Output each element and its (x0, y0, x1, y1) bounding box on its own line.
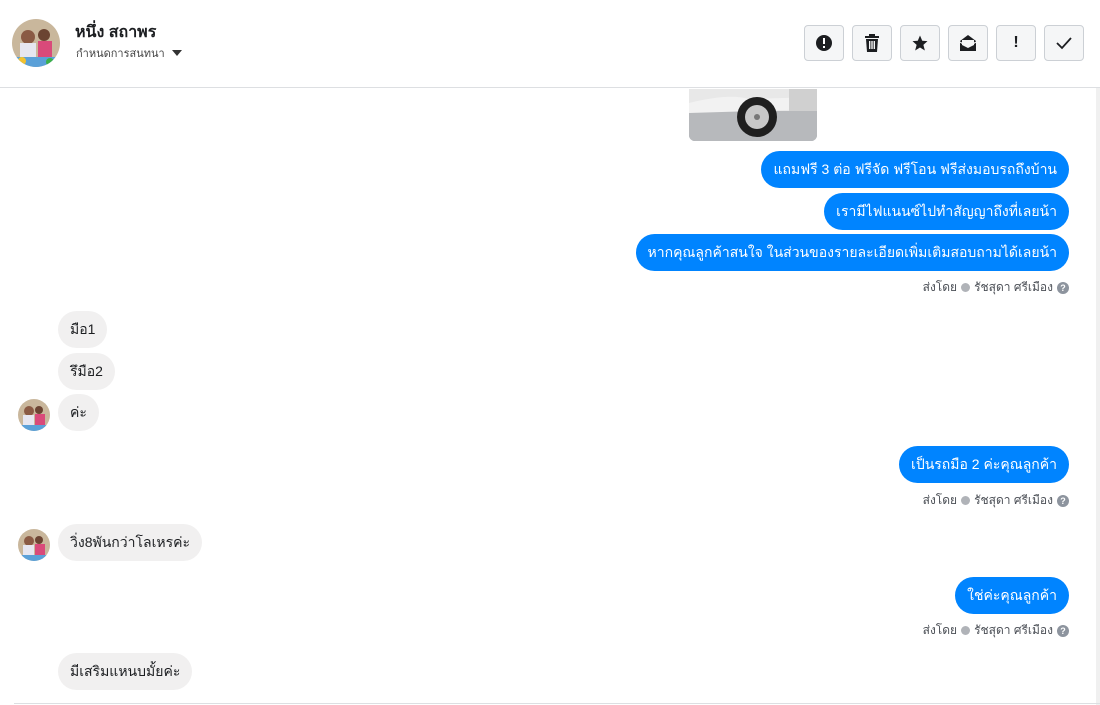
attached-car-photo[interactable] (689, 89, 817, 141)
assign-conversation-dropdown[interactable]: กำหนดการสนทนา (76, 44, 182, 62)
verified-dot-icon (961, 626, 971, 635)
thread-scrollbar[interactable] (1096, 88, 1100, 705)
outgoing-message[interactable]: ใช่ค่ะคุณลูกค้า (955, 577, 1069, 614)
contact-avatar[interactable] (12, 19, 60, 67)
incoming-message[interactable]: มีเสริมแหนบมั้ยค่ะ (58, 653, 193, 690)
outgoing-message[interactable]: เรามีไฟแนนซ์ไปทำสัญญาถึงที่เลยน้า (824, 193, 1069, 230)
outgoing-message[interactable]: แถมฟรี 3 ต่อ ฟรีจัด ฟรีโอน ฟรีส่งมอบรถถึ… (761, 151, 1069, 188)
contact-avatar-small[interactable] (18, 529, 50, 561)
trash-icon (865, 34, 879, 52)
incoming-message[interactable]: มือ1 (58, 311, 108, 348)
check-icon (1056, 37, 1072, 50)
sent-by-agent[interactable]: รัชสุดา ศรีเมือง (974, 621, 1053, 640)
sent-by-agent[interactable]: รัชสุดา ศรีเมือง (974, 491, 1053, 510)
mark-done-button[interactable] (1044, 25, 1084, 61)
incoming-message[interactable]: รึมือ2 (58, 353, 115, 390)
sent-by-info: ส่งโดย รัชสุดา ศรีเมือง ? (923, 278, 1069, 297)
delete-button[interactable] (852, 25, 892, 61)
caret-down-icon (171, 50, 182, 56)
incoming-message[interactable]: ค่ะ (58, 394, 99, 431)
sent-by-label: ส่งโดย (922, 280, 958, 294)
help-icon[interactable]: ? (1057, 494, 1069, 507)
composer-divider (14, 703, 1100, 704)
conversation-toolbar: ! (804, 25, 1084, 61)
sent-by-info: ส่งโดย รัชสุดา ศรีเมือง ? (923, 491, 1069, 510)
alert-circle-icon (816, 35, 832, 51)
exclamation-icon: ! (1013, 34, 1019, 51)
outgoing-message[interactable]: หากคุณลูกค้าสนใจ ในส่วนของรายละเอียดเพิ่… (635, 234, 1069, 271)
important-button[interactable]: ! (996, 25, 1036, 61)
outgoing-message[interactable]: เป็นรถมือ 2 ค่ะคุณลูกค้า (899, 446, 1069, 483)
star-icon (912, 35, 928, 51)
incoming-message[interactable]: วิ่ง8พันกว่าโลเหรค่ะ (58, 524, 202, 561)
sent-by-info: ส่งโดย รัชสุดา ศรีเมือง ? (923, 621, 1069, 640)
report-spam-button[interactable] (804, 25, 844, 61)
contact-avatar-small[interactable] (18, 399, 50, 431)
sent-by-label: ส่งโดย (922, 493, 958, 507)
help-icon[interactable]: ? (1057, 281, 1069, 294)
verified-dot-icon (961, 496, 971, 505)
envelope-open-icon (959, 35, 977, 51)
contact-name: หนึ่ง สถาพร (75, 24, 157, 41)
sent-by-agent[interactable]: รัชสุดา ศรีเมือง (974, 278, 1053, 297)
mark-unread-button[interactable] (948, 25, 988, 61)
conversation-header: หนึ่ง สถาพร กำหนดการสนทนา ! (0, 0, 1100, 88)
assign-label: กำหนดการสนทนา (76, 48, 165, 60)
sent-by-label: ส่งโดย (922, 623, 958, 637)
verified-dot-icon (961, 283, 971, 292)
star-button[interactable] (900, 25, 940, 61)
help-icon[interactable]: ? (1057, 624, 1069, 637)
